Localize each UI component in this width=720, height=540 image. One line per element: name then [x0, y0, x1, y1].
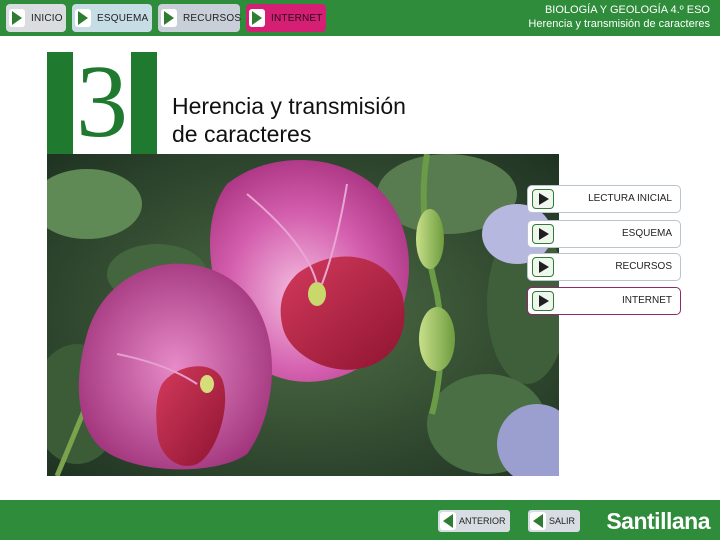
menu-lectura-inicial-button[interactable]: LECTURA INICIAL [527, 185, 681, 213]
santillana-logo: Santillana [606, 508, 710, 534]
play-icon [75, 9, 91, 27]
nav-esquema-label: ESQUEMA [97, 12, 149, 24]
nav-internet-label: INTERNET [271, 12, 323, 24]
back-arrow-icon [530, 512, 546, 530]
menu-lectura-inicial-label: LECTURA INICIAL [588, 193, 672, 204]
play-icon [532, 224, 554, 244]
chapter-number-block: 3 [47, 46, 157, 158]
title-line-2: de caracteres [172, 121, 312, 147]
header-info: BIOLOGÍA Y GEOLOGÍA 4.º ESO Herencia y t… [528, 3, 710, 31]
play-icon [532, 291, 554, 311]
salir-button[interactable]: SALIR [528, 510, 580, 532]
unit-subtitle: Herencia y transmisión de caracteres [528, 18, 710, 30]
nav-recursos-button[interactable]: RECURSOS [158, 4, 242, 32]
nav-inicio-button[interactable]: INICIO [6, 4, 66, 32]
menu-esquema-button[interactable]: ESQUEMA [527, 220, 681, 248]
title-line-1: Herencia y transmisión [172, 93, 406, 119]
play-icon [249, 9, 265, 27]
sweet-pea-flowers-photo [47, 154, 559, 476]
menu-internet-label: INTERNET [622, 295, 672, 306]
play-icon [9, 9, 25, 27]
menu-recursos-label: RECURSOS [615, 261, 672, 272]
back-arrow-icon [440, 512, 456, 530]
anterior-button[interactable]: ANTERIOR [438, 510, 510, 532]
nav-internet-button[interactable]: INTERNET [246, 4, 326, 32]
nav-esquema-button[interactable]: ESQUEMA [72, 4, 152, 32]
menu-recursos-button[interactable]: RECURSOS [527, 253, 681, 281]
flower-illustration [47, 154, 559, 476]
page-title: Herencia y transmisión de caracteres [172, 92, 406, 148]
nav-recursos-label: RECURSOS [183, 12, 242, 24]
play-icon [532, 189, 554, 209]
salir-label: SALIR [549, 516, 576, 526]
nav-inicio-label: INICIO [31, 12, 63, 24]
menu-esquema-label: ESQUEMA [621, 228, 672, 239]
chapter-number: 3 [76, 44, 128, 159]
play-icon [532, 257, 554, 277]
menu-internet-button[interactable]: INTERNET [527, 287, 681, 315]
play-icon [161, 9, 177, 27]
anterior-label: ANTERIOR [459, 516, 506, 526]
course-title: BIOLOGÍA Y GEOLOGÍA 4.º ESO [544, 4, 710, 16]
